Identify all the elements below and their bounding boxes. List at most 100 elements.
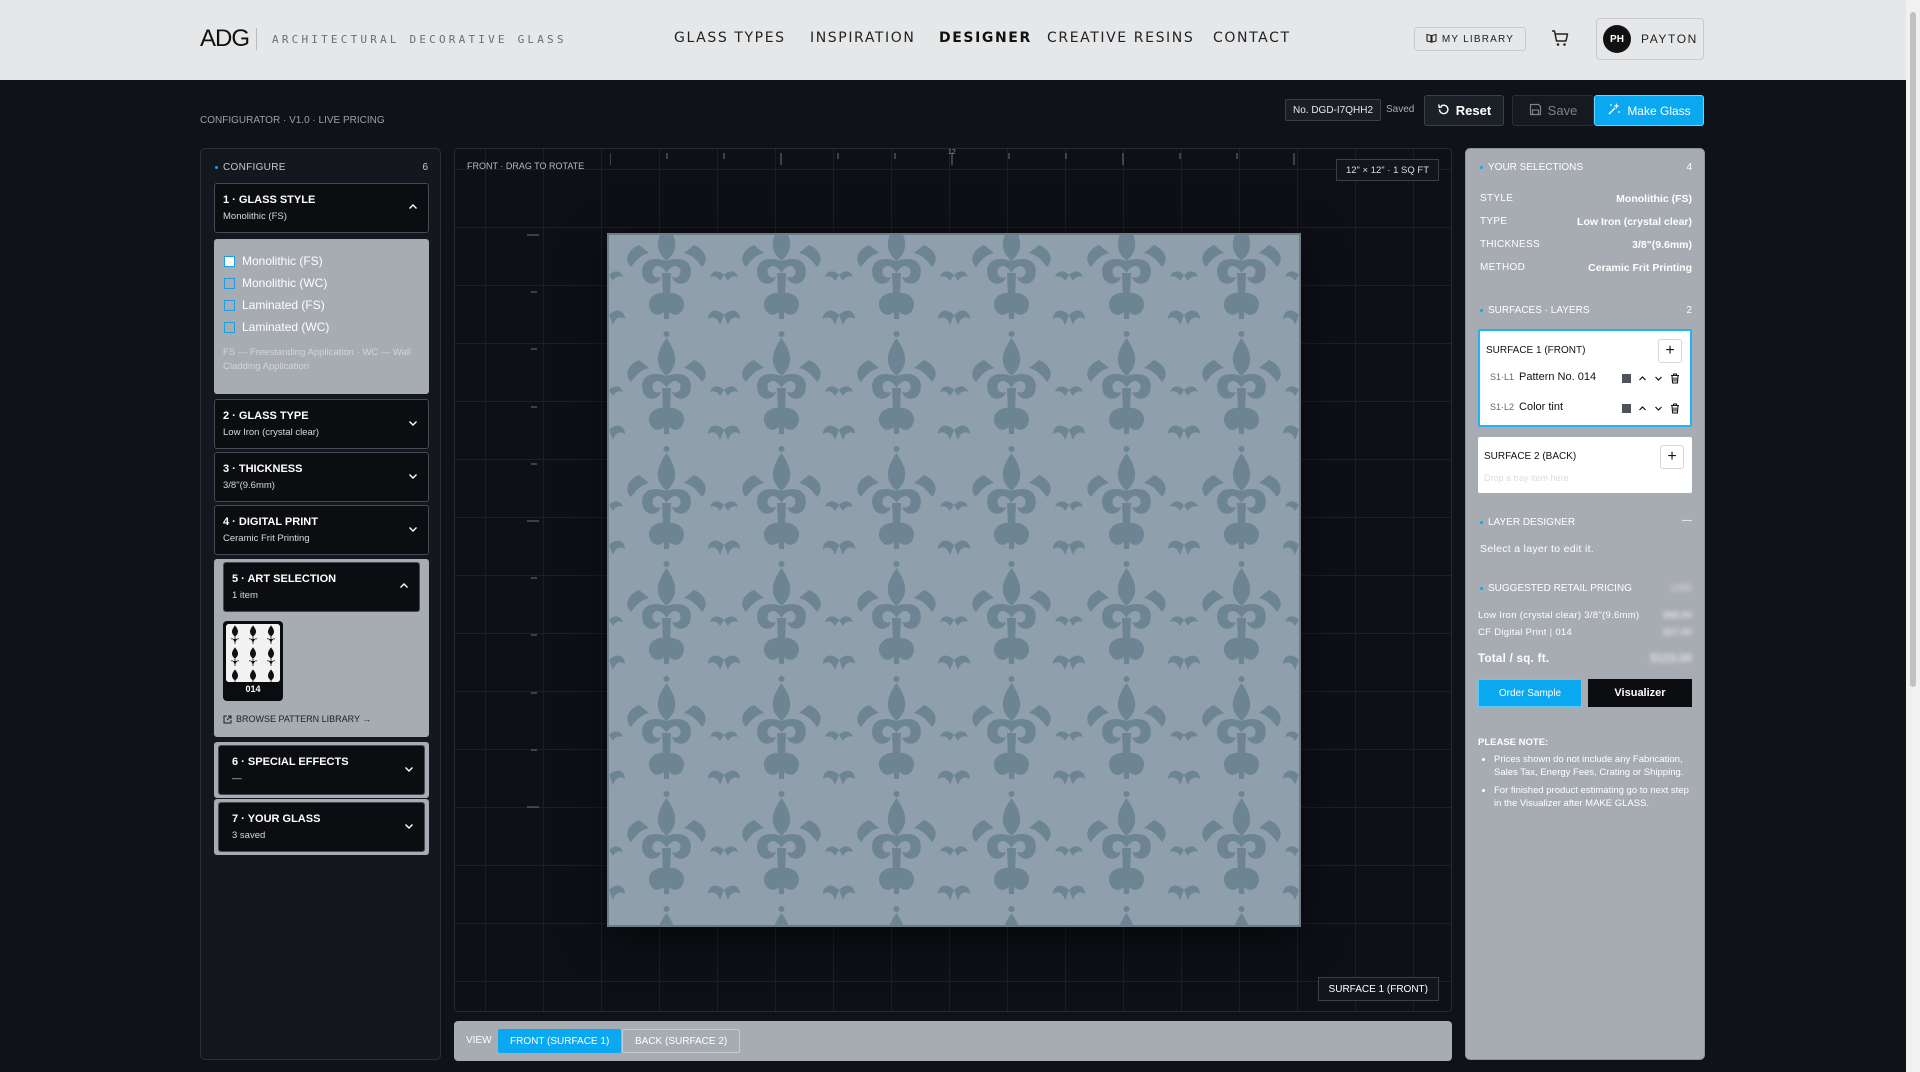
logo[interactable]: ADG: [200, 25, 250, 53]
nav-creative-resins[interactable]: CREATIVE RESINS: [1047, 30, 1194, 46]
price-line-label: Low Iron (crystal clear) 3/8"(9.6mm): [1478, 610, 1640, 621]
browse-label: BROWSE PATTERN LIBRARY →: [236, 714, 372, 724]
view-label: VIEW: [466, 1035, 492, 1046]
section-glass-type[interactable]: 2 · GLASS TYPE Low Iron (crystal clear): [214, 399, 429, 449]
my-library-button[interactable]: MY LIBRARY: [1414, 27, 1526, 51]
layer-designer-collapse[interactable]: —: [1682, 515, 1692, 526]
view-toggle-bar: VIEW FRONT (SURFACE 1) BACK (SURFACE 2): [454, 1021, 1452, 1061]
section-title: 2 · GLASS TYPE: [223, 410, 309, 422]
trash-icon[interactable]: [1670, 403, 1680, 414]
note-item: Prices shown do not include any Fabricat…: [1494, 753, 1692, 779]
color-swatch[interactable]: [1622, 374, 1631, 383]
layer-designer-hint: Select a layer to edit it.: [1480, 543, 1595, 555]
surfaces-header: SURFACES · LAYERS: [1480, 305, 1590, 316]
option-monolithic-wc[interactable]: Monolithic (WC): [224, 276, 327, 290]
view-back-button[interactable]: BACK (SURFACE 2): [622, 1029, 741, 1053]
selection-value: 3/8"(9.6mm): [1632, 239, 1692, 251]
your-selections-header: YOUR SELECTIONS: [1480, 162, 1583, 173]
checkbox[interactable]: [224, 277, 235, 289]
damask-pattern-thumbnail: [226, 624, 280, 682]
option-laminated-wc[interactable]: Laminated (WC): [224, 320, 329, 334]
section-value: 1 item: [232, 590, 258, 601]
save-label: Save: [1547, 103, 1578, 118]
surface-badge: SURFACE 1 (FRONT): [1317, 977, 1439, 1001]
bullet-dot: [1480, 521, 1483, 524]
section-art-selection[interactable]: 5 · ART SELECTION 1 item: [223, 562, 420, 612]
design-canvas[interactable]: FRONT · DRAG TO ROTATE 12" × 12" · 1 SQ …: [454, 148, 1452, 1012]
selection-key: METHOD: [1480, 262, 1526, 273]
art-thumbnail-label: 014: [245, 684, 261, 694]
size-badge: 12" × 12" · 1 SQ FT: [1335, 159, 1439, 181]
surface-2-card[interactable]: SURFACE 2 (BACK) + Drop a tray item here: [1478, 437, 1692, 493]
glass-panel-preview[interactable]: [607, 233, 1301, 927]
view-front-button[interactable]: FRONT (SURFACE 1): [498, 1029, 622, 1053]
art-thumbnail-014[interactable]: 014: [223, 621, 283, 701]
nav-glass-types[interactable]: GLASS TYPES: [674, 30, 786, 46]
section-glass-style[interactable]: 1 · GLASS STYLE Monolithic (FS): [214, 183, 429, 233]
configure-panel: CONFIGURE 6 1 · GLASS STYLE Monolithic (…: [200, 148, 441, 1060]
chevron-down-icon: [405, 767, 413, 772]
add-layer-button[interactable]: +: [1658, 339, 1682, 363]
checkbox[interactable]: [224, 255, 235, 267]
ruler-mark-label: 12: [948, 149, 956, 156]
checkbox[interactable]: [224, 299, 235, 311]
trash-icon[interactable]: [1670, 373, 1680, 384]
section-value: Ceramic Frit Printing: [223, 533, 310, 544]
note-heading: PLEASE NOTE:: [1478, 737, 1549, 748]
option-monolithic-fs[interactable]: Monolithic (FS): [224, 254, 323, 268]
chevron-down-icon[interactable]: [1654, 374, 1663, 383]
checkbox[interactable]: [224, 321, 235, 333]
order-sample-button[interactable]: Order Sample: [1478, 679, 1582, 707]
browse-pattern-library-link[interactable]: BROWSE PATTERN LIBRARY →: [223, 714, 371, 724]
layer-id: S1·L2: [1490, 402, 1515, 412]
section-value: 3 saved: [232, 830, 266, 841]
reset-label: Reset: [1455, 103, 1492, 118]
bullet-dot: [1480, 587, 1483, 590]
bullet-dot: [1480, 166, 1483, 169]
chevron-down-icon: [409, 527, 417, 532]
layer-row[interactable]: S1·L1 Pattern No. 014: [1490, 371, 1596, 383]
nav-contact[interactable]: CONTACT: [1213, 30, 1291, 46]
section-title: 7 · YOUR GLASS: [232, 813, 321, 825]
section-thickness[interactable]: 3 · THICKNESS 3/8"(9.6mm): [214, 452, 429, 502]
configure-title: CONFIGURE: [223, 162, 286, 173]
logo-divider: [256, 28, 257, 50]
surface-title: SURFACE 2 (BACK): [1484, 451, 1577, 462]
section-digital-print[interactable]: 4 · DIGITAL PRINT Ceramic Frit Printing: [214, 505, 429, 555]
your-selections-title: YOUR SELECTIONS: [1488, 162, 1584, 173]
add-layer-button[interactable]: +: [1660, 445, 1684, 469]
page-scrollbar[interactable]: [1906, 0, 1920, 1072]
scrollbar-thumb[interactable]: [1910, 12, 1916, 687]
chevron-up-icon[interactable]: [1638, 374, 1647, 383]
make-glass-button[interactable]: Make Glass: [1594, 95, 1704, 126]
bullet-dot: [1480, 309, 1483, 312]
reset-button[interactable]: Reset: [1424, 95, 1504, 126]
canvas-label: FRONT · DRAG TO ROTATE: [467, 161, 585, 171]
section-your-glass[interactable]: 7 · YOUR GLASS 3 saved: [218, 802, 425, 852]
save-button[interactable]: Save: [1512, 95, 1594, 126]
layer-tools: [1622, 373, 1680, 384]
nav-inspiration[interactable]: INSPIRATION: [810, 30, 915, 46]
pricing-currency: USD: [1670, 583, 1692, 594]
cart-icon[interactable]: [1550, 28, 1572, 50]
reset-icon: [1437, 103, 1450, 119]
damask-pattern: [609, 235, 1299, 925]
chevron-up-icon[interactable]: [1638, 404, 1647, 413]
user-menu-button[interactable]: PH PAYTON: [1596, 18, 1704, 60]
selection-key: TYPE: [1480, 216, 1508, 227]
nav-designer[interactable]: DESIGNER: [939, 30, 1032, 46]
tagline: ARCHITECTURAL DECORATIVE GLASS: [272, 33, 567, 46]
option-laminated-fs[interactable]: Laminated (FS): [224, 298, 325, 312]
color-swatch[interactable]: [1622, 404, 1631, 413]
pricing-title: SUGGESTED RETAIL PRICING: [1488, 583, 1632, 594]
section-special-effects[interactable]: 6 · SPECIAL EFFECTS —: [218, 745, 425, 795]
surface-1-card[interactable]: SURFACE 1 (FRONT) + S1·L1 Pattern No. 01…: [1478, 329, 1692, 427]
chevron-down-icon: [409, 421, 417, 426]
sparkle-icon: [1607, 102, 1621, 119]
section-value: Monolithic (FS): [223, 211, 287, 222]
layer-row[interactable]: S1·L2 Color tint: [1490, 401, 1563, 413]
design-number-badge: No. DGD-I7QHH2: [1285, 99, 1382, 121]
visualizer-button[interactable]: Visualizer: [1588, 679, 1692, 707]
save-status: Saved: [1386, 104, 1415, 115]
chevron-down-icon[interactable]: [1654, 404, 1663, 413]
